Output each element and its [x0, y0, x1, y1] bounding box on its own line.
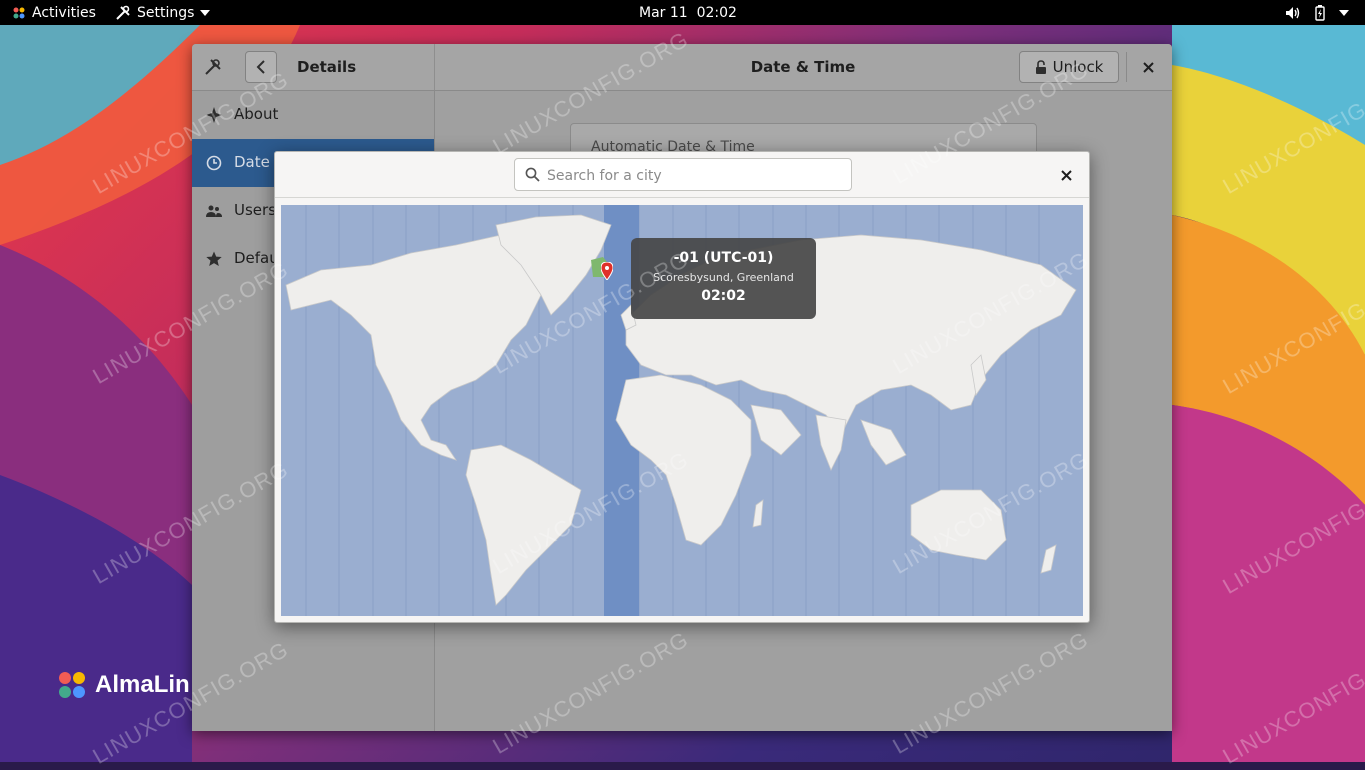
star-filled-icon	[206, 251, 222, 266]
back-button[interactable]	[245, 51, 277, 83]
unlock-button[interactable]: Unlock	[1019, 51, 1119, 83]
sidebar-item-label: Users	[234, 201, 277, 219]
brand-name: AlmaLin	[95, 671, 190, 698]
desktop-brand-logo: AlmaLin	[55, 668, 190, 702]
clock-icon	[206, 155, 222, 171]
dialog-header	[275, 152, 1089, 198]
dialog-close-button[interactable]	[1057, 166, 1075, 184]
battery-icon	[1315, 4, 1325, 21]
chevron-down-icon	[200, 9, 211, 16]
almalinux-logo-icon	[59, 672, 85, 698]
sidebar-title: Details	[297, 58, 357, 76]
speaker-icon	[1286, 6, 1300, 19]
sidebar-item-about[interactable]: About	[192, 91, 434, 139]
close-icon	[1142, 61, 1154, 73]
header-separator	[1126, 52, 1127, 82]
sidebar-item-label: About	[234, 105, 279, 123]
close-icon	[1060, 169, 1072, 181]
app-menu[interactable]: Settings	[115, 0, 211, 25]
sidebar-item-label: Defau	[234, 249, 279, 267]
lock-icon	[1035, 59, 1046, 74]
header-bar: Details Date & Time Unlock	[192, 44, 1172, 91]
clock-label: Mar 11 02:02	[639, 4, 737, 21]
city-search-field[interactable]	[514, 158, 852, 191]
users-icon	[206, 205, 222, 217]
window-close-button[interactable]	[1138, 57, 1158, 77]
tooltip-time: 02:02	[701, 288, 746, 304]
location-pin-icon[interactable]	[600, 261, 614, 284]
timezone-dialog	[274, 151, 1090, 623]
city-search-input[interactable]	[545, 163, 844, 188]
chevron-left-icon	[256, 60, 265, 74]
star-icon	[206, 107, 222, 123]
tooltip-offset: -01 (UTC-01)	[673, 250, 774, 266]
activities-label: Activities	[32, 4, 96, 21]
power-menu-icon	[1339, 9, 1349, 16]
clock[interactable]: Mar 11 02:02	[639, 0, 737, 25]
tools-icon	[204, 58, 222, 80]
search-icon	[525, 167, 540, 182]
top-bar: Activities Settings Mar 11 02:02	[0, 0, 1365, 25]
system-menu[interactable]	[1285, 0, 1349, 25]
distro-logo-icon	[13, 7, 25, 18]
app-menu-label: Settings	[137, 4, 195, 21]
activities-button[interactable]: Activities	[12, 0, 96, 25]
tooltip-city: Scoresbysund, Greenland	[653, 271, 794, 284]
timezone-tooltip: -01 (UTC-01) Scoresbysund, Greenland 02:…	[631, 238, 816, 319]
unlock-label: Unlock	[1052, 58, 1104, 76]
tools-icon	[116, 5, 130, 20]
